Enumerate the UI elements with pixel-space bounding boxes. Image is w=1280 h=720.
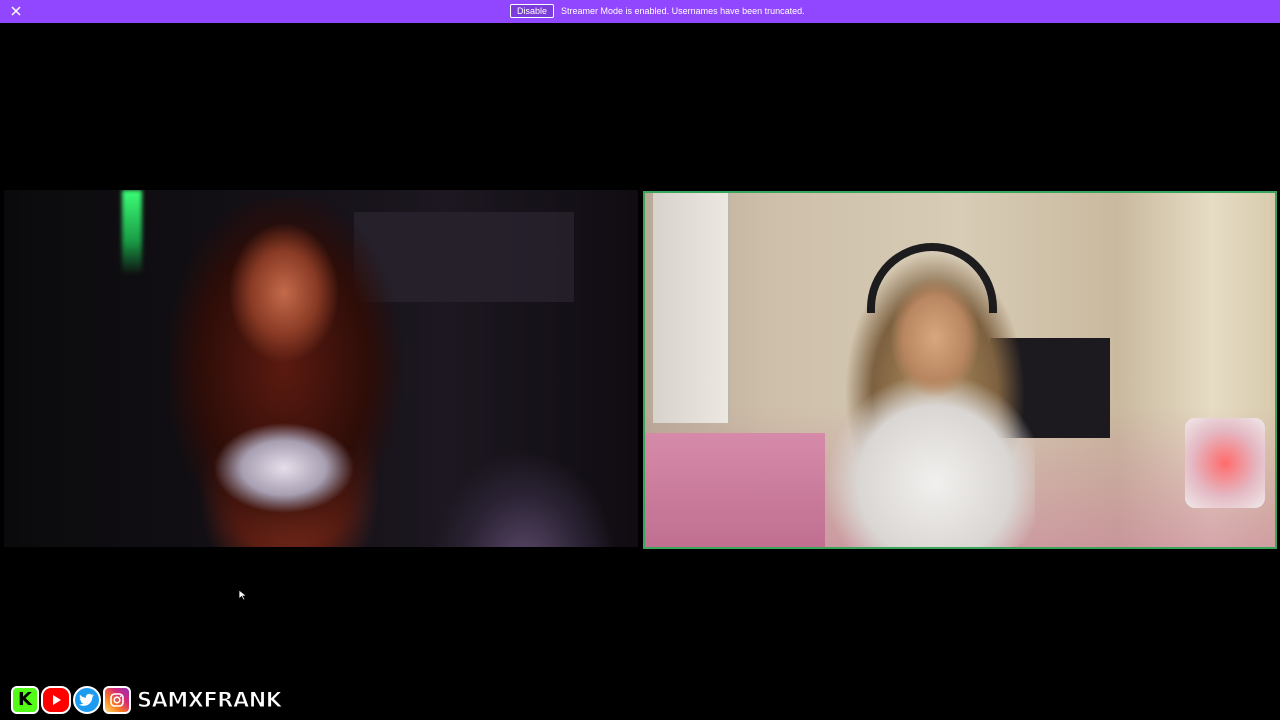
close-icon[interactable] [8,3,24,19]
background-bag [1185,418,1265,508]
banner-message: Streamer Mode is enabled. Usernames have… [561,6,805,16]
twitter-icon [73,686,101,714]
webcam-right [643,191,1277,549]
youtube-icon [41,686,71,714]
kick-letter: K [18,689,32,710]
webcam-left [4,190,638,547]
mouse-cursor-icon [238,588,248,601]
kick-icon: K [11,686,39,714]
green-light [122,190,142,275]
social-bar: K SAMXFRANK [11,685,283,715]
disable-button[interactable]: Disable [510,4,555,18]
streamer-left [169,198,429,547]
streamer-mode-banner: Disable Streamer Mode is enabled. Userna… [0,0,1280,23]
background-door [653,193,730,423]
social-handle: SAMXFRANK [137,688,283,713]
banner-content: Disable Streamer Mode is enabled. Userna… [510,4,805,18]
screen: Disable Streamer Mode is enabled. Userna… [0,0,1280,720]
instagram-icon [103,686,131,714]
